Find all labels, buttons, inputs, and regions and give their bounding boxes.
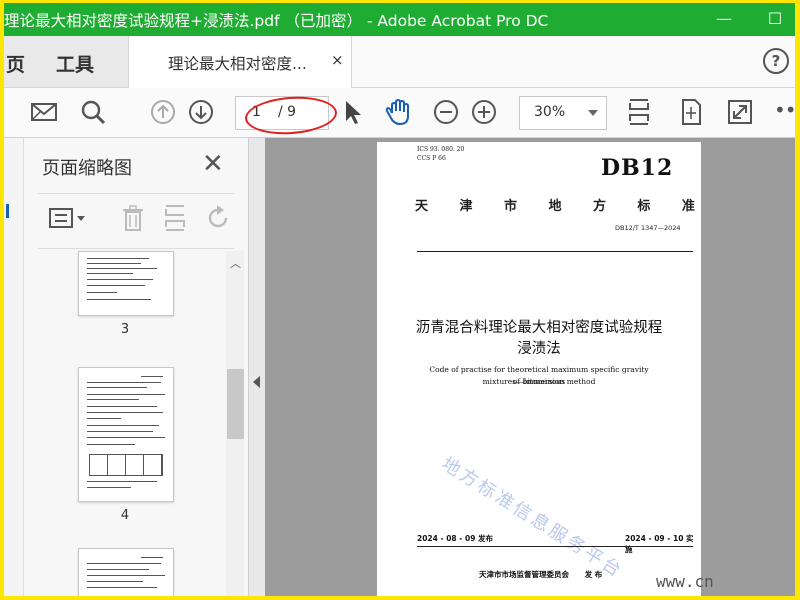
page-number-label: 3	[120, 322, 130, 337]
left-nav-strip	[4, 138, 24, 596]
document-title-cn: 沥青混合料理论最大相对密度试验规程	[415, 320, 663, 336]
delete-page-icon[interactable]	[120, 204, 146, 232]
panel-divider	[38, 193, 234, 194]
fullscreen-icon[interactable]	[725, 97, 755, 127]
pdf-page: ICS 93. 080. 20 CCS P 66 DB12 天 津 市 地 方 …	[377, 142, 701, 596]
site-watermark: www.cn	[656, 572, 714, 591]
title-bar: 理论最大相对密度试验规程+浸渍法.pdf （已加密） - Adobe Acrob…	[4, 3, 795, 36]
help-button[interactable]: ?	[763, 48, 789, 74]
page-number-label: 4	[120, 508, 130, 523]
maximize-button[interactable]: ☐	[755, 3, 795, 36]
more-tools-button[interactable]: •••	[774, 98, 795, 122]
toolbar: 1 / 9 30% ••	[4, 88, 795, 138]
close-panel-button[interactable]: ✕	[202, 149, 224, 179]
page-thumbnail-3[interactable]	[78, 251, 174, 316]
footer-rule	[417, 546, 693, 547]
region-title: 天 津 市 地 方 标 准	[415, 199, 695, 214]
page-thumbnail-5[interactable]	[78, 548, 174, 596]
close-tab-button[interactable]: ×	[331, 51, 344, 69]
panel-splitter[interactable]	[248, 138, 266, 596]
rotate-page-icon[interactable]	[204, 204, 232, 232]
scrollbar-thumb[interactable]	[227, 369, 244, 439]
thumbnail-scrollbar[interactable]: ︿	[226, 251, 244, 596]
document-tab-label: 理论最大相对密度...	[168, 55, 307, 73]
select-arrow-icon[interactable]	[337, 97, 367, 127]
insert-page-icon[interactable]	[162, 204, 188, 232]
zoom-value: 30%	[534, 104, 566, 120]
tab-tools[interactable]: 工具	[56, 50, 94, 77]
window-title: 理论最大相对密度试验规程+浸渍法.pdf （已加密） - Adobe Acrob…	[4, 12, 549, 30]
zoom-select[interactable]: 30%	[519, 96, 607, 130]
nav-area: 页 工具	[4, 36, 128, 87]
document-subtitle-cn: 浸渍法	[517, 341, 561, 357]
thumbnail-list: 3 4	[38, 251, 242, 596]
mail-icon[interactable]	[29, 97, 59, 127]
effective-date: 2024 - 09 - 10 实施	[625, 534, 694, 554]
panel-title: 页面缩略图	[42, 158, 132, 179]
document-title-en-2: mixtures—Immersion method	[482, 377, 596, 386]
hand-icon[interactable]	[383, 97, 413, 127]
fit-page-icon[interactable]	[624, 97, 654, 127]
document-tab[interactable]: 理论最大相对密度... ×	[128, 36, 352, 88]
chevron-down-icon	[588, 110, 598, 116]
page-thumbnails-panel: 页面缩略图 ✕ 3 4 ︿	[24, 138, 248, 596]
issue-date: 2024 - 08 - 09 发布	[417, 534, 494, 543]
zoom-out-icon[interactable]	[431, 97, 461, 127]
ics-code: ICS 93. 080. 20	[417, 146, 465, 153]
db-code: DB12	[601, 155, 674, 181]
standard-number: DB12/T 1347—2024	[615, 224, 681, 232]
collapse-panel-icon[interactable]	[253, 376, 260, 388]
page-thumbnail-4[interactable]	[78, 367, 174, 502]
thumbnail-tools	[24, 198, 248, 238]
active-panel-marker	[6, 204, 9, 218]
tab-home[interactable]: 页	[6, 50, 25, 77]
minimize-button[interactable]: —	[704, 3, 744, 36]
prev-page-icon[interactable]	[148, 97, 178, 127]
panel-divider	[38, 248, 234, 249]
acrobat-window: 理论最大相对密度试验规程+浸渍法.pdf （已加密） - Adobe Acrob…	[4, 3, 795, 596]
document-viewer[interactable]: ICS 93. 080. 20 CCS P 66 DB12 天 津 市 地 方 …	[265, 138, 795, 596]
rotate-view-icon[interactable]	[676, 97, 706, 127]
next-page-icon[interactable]	[186, 97, 216, 127]
zoom-in-icon[interactable]	[469, 97, 499, 127]
issuer: 天津市市场监督管理委员会 发 布	[479, 570, 603, 579]
chevron-up-icon[interactable]: ︿	[230, 255, 241, 271]
header-rule	[417, 251, 693, 252]
search-icon[interactable]	[78, 97, 108, 127]
tab-row: 页 工具 理论最大相对密度... × ?	[4, 36, 795, 88]
watermark: 地方标准信息服务平台	[437, 453, 627, 583]
ccs-code: CCS P 66	[417, 155, 446, 162]
thumbnail-options-icon[interactable]	[48, 206, 88, 230]
